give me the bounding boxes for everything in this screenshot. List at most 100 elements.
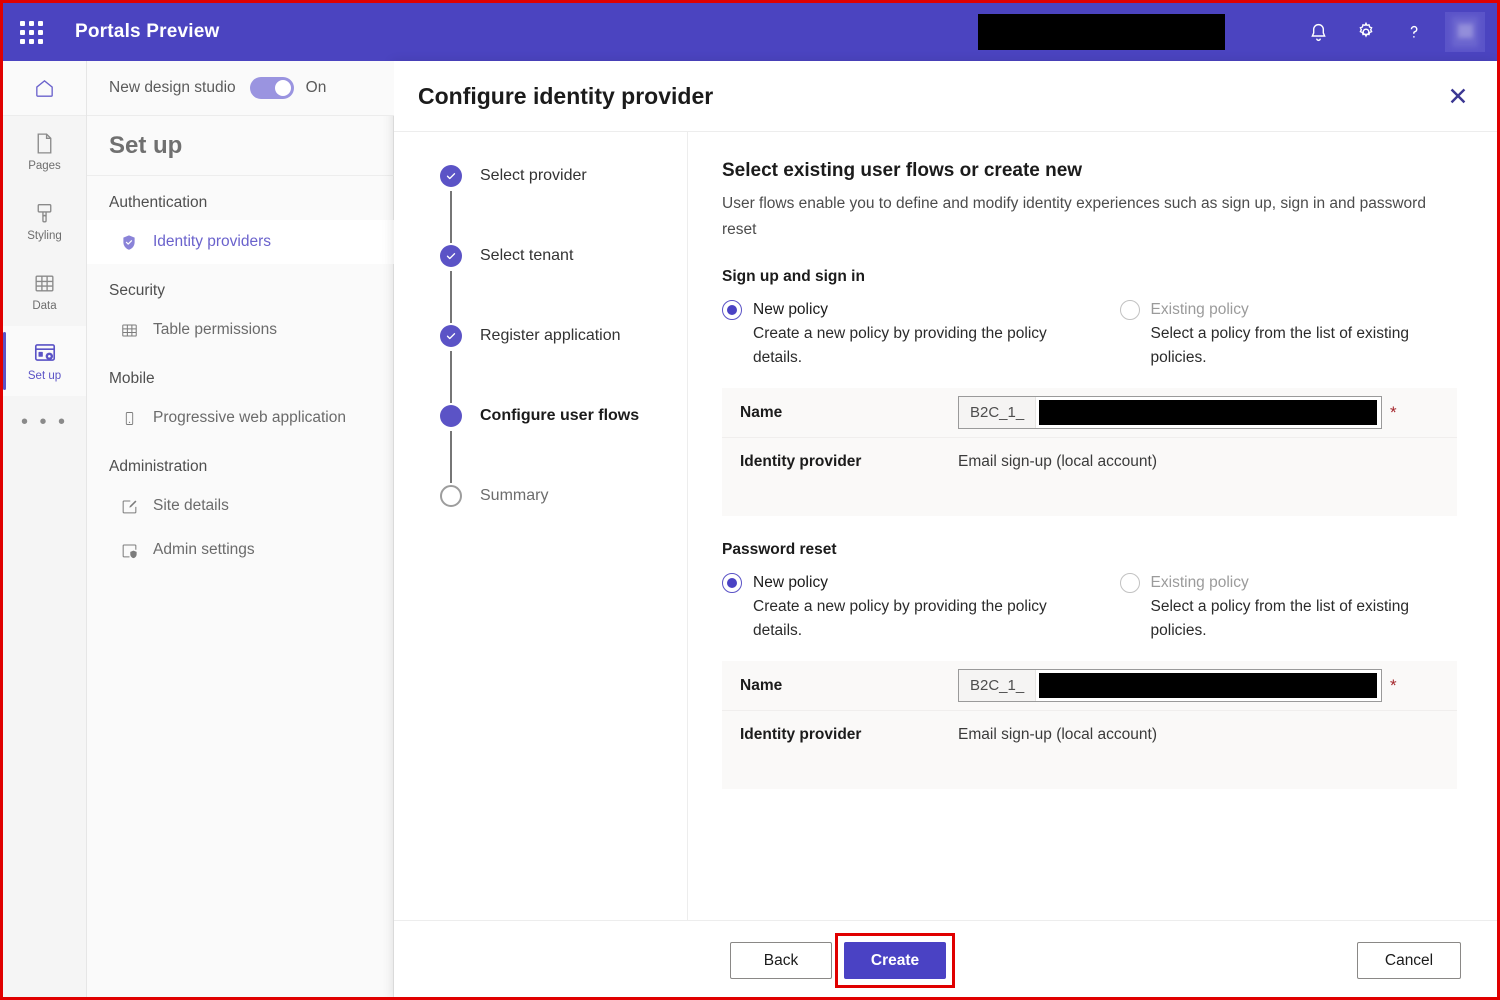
section-title-signup-signin: Sign up and sign in [722, 268, 1457, 286]
password-reset-identity-provider-row: Identity provider Email sign-up (local a… [722, 710, 1457, 759]
wizard-step-select-tenant[interactable]: Select tenant [440, 245, 687, 325]
notifications-icon[interactable] [1297, 11, 1339, 53]
radio-existing-policy-signup[interactable] [1120, 300, 1140, 320]
radio-label: Existing policy [1151, 574, 1249, 592]
cancel-button[interactable]: Cancel [1357, 942, 1461, 979]
design-studio-toggle-state: On [306, 79, 327, 97]
sidebar-item-label: Data [32, 300, 56, 312]
signup-name-prefix: B2C_1_ [959, 397, 1036, 428]
content-heading: Select existing user flows or create new [722, 160, 1457, 182]
password-reset-name-input-wrap: B2C_1_ * [958, 669, 1397, 702]
wizard-step-configure-user-flows[interactable]: Configure user flows [440, 405, 687, 485]
app-launcher-icon[interactable] [3, 3, 59, 61]
form-label-name: Name [740, 677, 958, 695]
app-title: Portals Preview [75, 21, 220, 43]
signup-new-policy-option[interactable]: New policy Create a new policy by provid… [722, 300, 1120, 370]
dialog-body: Select provider Select tenant Register a… [394, 131, 1497, 981]
wizard-steps: Select provider Select tenant Register a… [394, 132, 688, 981]
sidebar-item-table-permissions[interactable]: Table permissions [87, 308, 394, 352]
home-icon[interactable] [3, 61, 86, 116]
signup-existing-policy-option[interactable]: Existing policy Select a policy from the… [1120, 300, 1457, 370]
page-title: Set up [87, 116, 394, 176]
signup-identity-provider-row: Identity provider Email sign-up (local a… [722, 437, 1457, 486]
design-studio-toggle-bar: New design studio On [87, 61, 394, 116]
sidebar-item-progressive-web-application[interactable]: Progressive web application [87, 396, 394, 440]
dialog-header: Configure identity provider ✕ [394, 61, 1497, 131]
radio-description: Select a policy from the list of existin… [1151, 595, 1457, 643]
radio-description: Create a new policy by providing the pol… [753, 595, 1098, 643]
wizard-step-register-application[interactable]: Register application [440, 325, 687, 405]
wizard-step-select-provider[interactable]: Select provider [440, 165, 687, 245]
settings-gear-icon[interactable] [1345, 11, 1387, 53]
radio-existing-policy-password-reset[interactable] [1120, 573, 1140, 593]
card-bottom-padding [722, 759, 1457, 789]
password-reset-name-input[interactable]: B2C_1_ [958, 669, 1382, 702]
sidebar-item-site-details[interactable]: Site details [87, 484, 394, 528]
signup-name-value-redacted[interactable] [1039, 400, 1377, 425]
sidebar-item-setup[interactable]: Set up [3, 326, 86, 396]
user-avatar[interactable] [1445, 12, 1485, 52]
sidebar-item-admin-settings[interactable]: Admin settings [87, 528, 394, 572]
dialog-footer: Back Create Cancel [394, 920, 1497, 1000]
section-title-password-reset: Password reset [722, 541, 1457, 559]
nav-group-security: Security [87, 264, 394, 308]
required-marker: * [1390, 406, 1397, 420]
sidebar-item-pages[interactable]: Pages [3, 116, 86, 186]
signup-name-input-wrap: B2C_1_ * [958, 396, 1397, 429]
setup-navigation-panel: Set up Authentication Identity providers… [87, 61, 394, 1000]
dialog-title: Configure identity provider [418, 83, 713, 110]
sidebar-item-label: Progressive web application [153, 409, 346, 427]
back-button[interactable]: Back [730, 942, 832, 979]
password-reset-existing-policy-option[interactable]: Existing policy Select a policy from the… [1120, 573, 1457, 643]
password-reset-name-prefix: B2C_1_ [959, 670, 1036, 701]
wizard-step-label: Select tenant [480, 247, 573, 264]
configure-identity-provider-dialog: Configure identity provider ✕ Select pro… [394, 61, 1497, 1000]
password-reset-name-row: Name B2C_1_ * [722, 661, 1457, 710]
topbar-icon-group [1297, 3, 1489, 61]
app-launcher-grid [20, 21, 43, 44]
step-complete-icon [440, 245, 462, 267]
close-icon[interactable]: ✕ [1441, 80, 1475, 114]
radio-new-policy-password-reset[interactable] [722, 573, 742, 593]
nav-group-administration: Administration [87, 440, 394, 484]
help-question-icon[interactable] [1393, 11, 1435, 53]
sidebar-item-data[interactable]: Data [3, 256, 86, 326]
design-studio-toggle[interactable] [250, 77, 294, 99]
sidebar-item-styling[interactable]: Styling [3, 186, 86, 256]
sidebar-item-identity-providers[interactable]: Identity providers [87, 220, 394, 264]
form-label-identity-provider: Identity provider [740, 453, 958, 471]
toggle-knob [275, 80, 291, 96]
admin-shield-icon [119, 541, 139, 560]
password-reset-name-value-redacted[interactable] [1039, 673, 1377, 698]
nav-group-authentication: Authentication [87, 176, 394, 220]
radio-label: Existing policy [1151, 301, 1249, 319]
password-reset-radio-group: New policy Create a new policy by provid… [722, 573, 1457, 643]
create-button[interactable]: Create [844, 942, 946, 979]
sidebar-item-label: Identity providers [153, 233, 271, 251]
signup-policy-radio-group: New policy Create a new policy by provid… [722, 300, 1457, 370]
content-description: User flows enable you to define and modi… [722, 191, 1436, 243]
wizard-step-label: Register application [480, 327, 621, 344]
sidebar-item-label: Styling [27, 230, 62, 242]
sidebar-more-icon[interactable]: • • • [3, 396, 86, 448]
app-root: Portals Preview [0, 0, 1500, 1000]
wizard-step-label: Summary [480, 487, 548, 504]
password-reset-existing-policy-head: Existing policy [1120, 573, 1457, 593]
top-navigation-bar: Portals Preview [3, 3, 1497, 61]
sidebar-item-label: Site details [153, 497, 229, 515]
search-box-redacted[interactable] [978, 14, 1225, 50]
signup-name-input[interactable]: B2C_1_ [958, 396, 1382, 429]
wizard-step-summary[interactable]: Summary [440, 485, 687, 507]
sidebar-item-label: Pages [28, 160, 61, 172]
radio-description: Create a new policy by providing the pol… [753, 322, 1098, 370]
password-reset-new-policy-head: New policy [722, 573, 1120, 593]
radio-new-policy-signup[interactable] [722, 300, 742, 320]
signup-policy-form-card: Name B2C_1_ * Identity provider Email si… [722, 388, 1457, 516]
step-current-icon [440, 405, 462, 427]
password-reset-new-policy-option[interactable]: New policy Create a new policy by provid… [722, 573, 1120, 643]
radio-label: New policy [753, 301, 828, 319]
signup-name-row: Name B2C_1_ * [722, 388, 1457, 437]
password-reset-form-card: Name B2C_1_ * Identity provider Email si… [722, 661, 1457, 789]
shield-check-icon [119, 233, 139, 252]
site-edit-icon [119, 497, 139, 516]
